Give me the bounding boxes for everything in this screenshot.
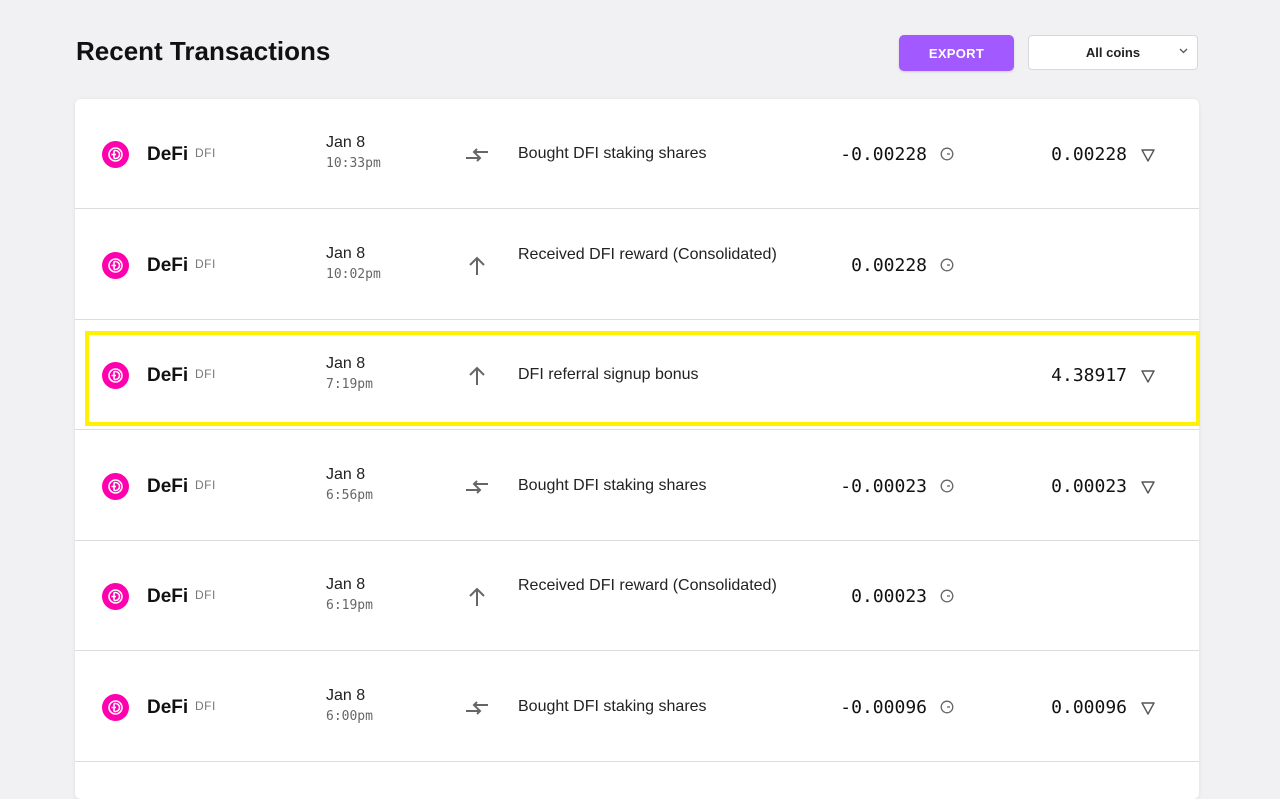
swap-icon — [463, 694, 491, 722]
tx-date: Jan 8 — [326, 244, 366, 262]
tx-date: Jan 8 — [326, 465, 366, 483]
triangle-down-icon — [1140, 479, 1156, 495]
tx-date: Jan 8 — [326, 355, 366, 372]
tx-value: 0.00228 — [1051, 144, 1127, 165]
tx-description: Bought DFI staking shares — [518, 145, 707, 162]
table-row[interactable]: DeFi DFI Jan 8 10:02pm Received DFI reward (… — [75, 210, 1199, 320]
defi-coin-icon — [102, 362, 129, 389]
tx-description: Received DFI reward (Consolidated) — [518, 245, 777, 263]
tx-amount: 0.00023 — [851, 586, 927, 607]
tx-description: Bought DFI staking shares — [518, 697, 707, 715]
tx-time: 6:00pm — [326, 708, 373, 724]
clock-icon — [940, 700, 954, 714]
tx-time: 10:02pm — [326, 266, 381, 282]
coin-name: DeFi — [147, 475, 189, 497]
tx-date: Jan 8 — [326, 576, 366, 593]
page-title: Recent Transactions — [76, 36, 331, 66]
tx-time: 6:56pm — [326, 487, 373, 503]
defi-coin-icon — [102, 693, 129, 721]
tx-time: 6:19pm — [326, 598, 373, 613]
arrow-up-icon — [463, 583, 491, 611]
tx-description: Bought DFI staking shares — [518, 476, 707, 494]
coin-ticker: DFI — [195, 588, 216, 602]
tx-time: 7:19pm — [326, 377, 373, 392]
table-row[interactable]: DeFi DFI Jan 8 6:00pm Bought DFI staking sha… — [75, 652, 1199, 762]
coin-filter-value: All coins — [1085, 45, 1141, 60]
clock-icon — [940, 479, 954, 493]
clock-icon — [940, 258, 954, 272]
triangle-down-icon — [1140, 147, 1156, 163]
triangle-down-icon — [1140, 700, 1156, 716]
coin-name: DeFi — [147, 696, 189, 718]
coin-name: DeFi — [147, 365, 189, 386]
tx-value: 0.00023 — [1051, 475, 1127, 497]
triangle-down-icon — [1140, 368, 1156, 384]
export-button[interactable]: EXPORT — [899, 35, 1014, 71]
defi-coin-icon — [102, 141, 129, 168]
coin-ticker: DFI — [195, 146, 216, 160]
swap-icon — [463, 473, 491, 501]
tx-value: 4.38917 — [1051, 365, 1127, 386]
coin-ticker: DFI — [195, 256, 216, 271]
tx-date: Jan 8 — [326, 686, 366, 704]
coin-filter-select[interactable]: All coins — [1028, 35, 1198, 70]
tx-amount: 0.00228 — [851, 254, 927, 276]
table-row[interactable]: DeFi DFI Jan 8 6:56pm Bought DFI staking sha… — [75, 431, 1199, 541]
arrow-up-icon — [463, 252, 491, 280]
tx-description: Received DFI reward (Consolidated) — [518, 577, 777, 594]
coin-ticker: DFI — [195, 477, 216, 492]
coin-ticker: DFI — [195, 698, 216, 713]
table-row[interactable]: DeFi DFI Jan 8 7:19pm DFI referral signup bo… — [75, 320, 1199, 430]
defi-coin-icon — [102, 251, 129, 279]
table-row[interactable]: DeFi DFI Jan 8 10:33pm Bought DFI staking sh… — [75, 99, 1199, 209]
tx-amount: -0.00023 — [840, 475, 927, 497]
tx-date: Jan 8 — [326, 134, 366, 151]
transactions-list: DeFi DFI Jan 8 10:33pm Bought DFI staking sh… — [75, 99, 1199, 799]
tx-value: 0.00096 — [1051, 696, 1127, 718]
tx-amount: -0.00228 — [840, 144, 927, 165]
swap-icon — [463, 141, 491, 169]
tx-description: DFI referral signup bonus — [518, 366, 699, 383]
defi-coin-icon — [102, 583, 129, 610]
coin-ticker: DFI — [195, 367, 216, 381]
coin-name: DeFi — [147, 586, 189, 607]
table-row[interactable]: DeFi DFI Jan 8 6:19pm Received DFI reward (C… — [75, 541, 1199, 651]
chevron-down-icon — [1179, 46, 1188, 57]
tx-time: 10:33pm — [326, 156, 381, 171]
coin-name: DeFi — [147, 254, 189, 276]
tx-amount: -0.00096 — [840, 696, 927, 718]
coin-name: DeFi — [147, 144, 189, 165]
defi-coin-icon — [102, 472, 129, 500]
clock-icon — [940, 589, 954, 603]
clock-icon — [940, 147, 954, 161]
arrow-up-icon — [463, 362, 491, 390]
